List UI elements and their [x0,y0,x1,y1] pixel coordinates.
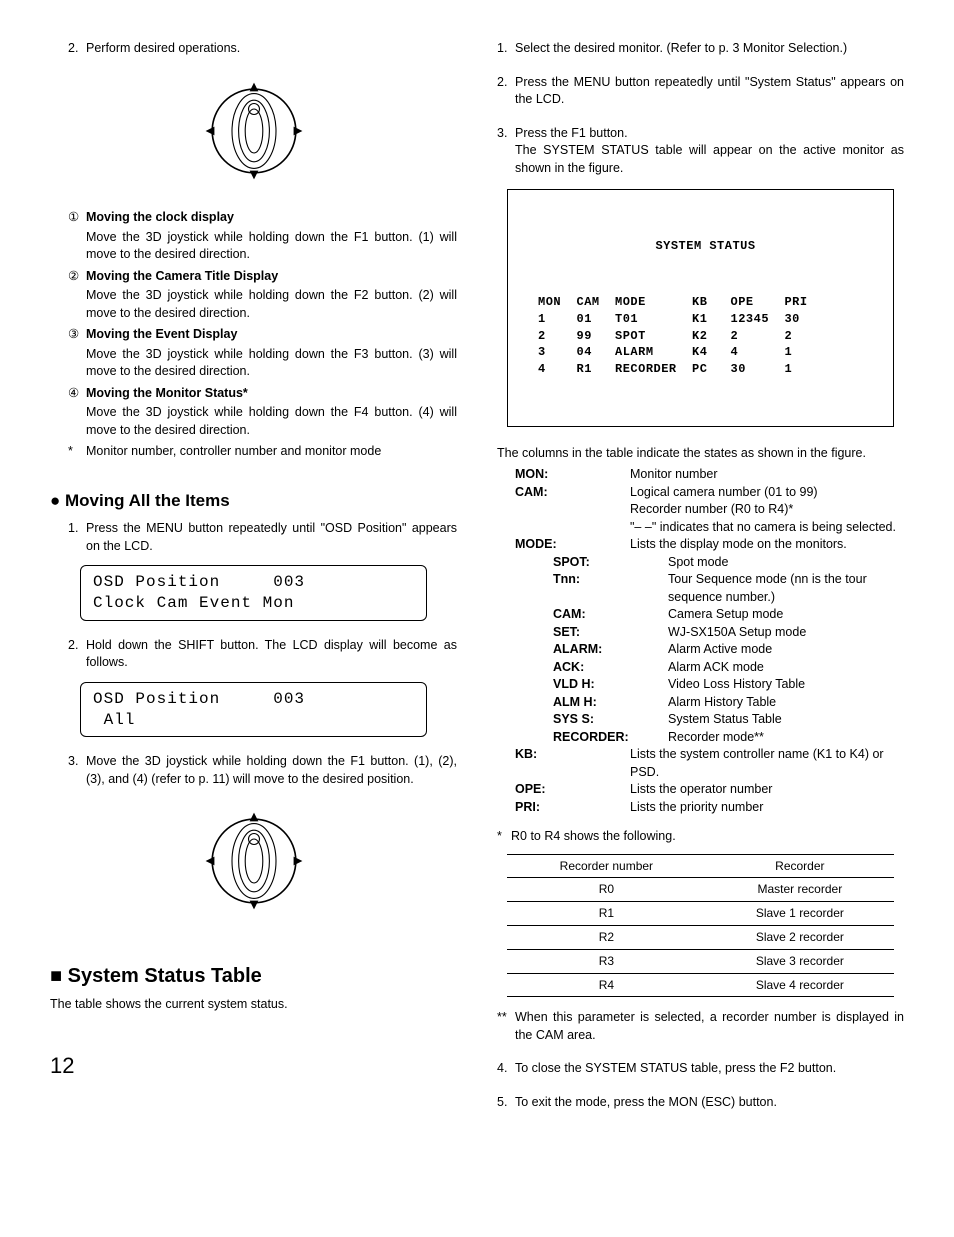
footnote-star-2: ** When this parameter is selected, a re… [497,1009,904,1044]
joystick-icon [199,76,309,186]
recorder-table: Recorder numberRecorder R0Master recorde… [507,854,894,998]
system-status-rows: MON CAM MODE KB OPE PRI 1 01 T01 K1 1234… [538,294,873,378]
circled-3: ③ Moving the Event Display [68,326,457,344]
circled-1-body: Move the 3D joystick while holding down … [68,229,457,264]
footnote-star: * Monitor number, controller number and … [68,443,457,461]
step-number: 2. [68,40,86,58]
heading-moving-all: Moving All the Items [50,489,457,513]
moving-all-step-1: 1. Press the MENU button repeatedly unti… [50,520,457,555]
right-step-5: 5. To exit the mode, press the MON (ESC)… [497,1094,904,1112]
right-column: 1. Select the desired monitor. (Refer to… [497,40,904,1117]
left-column: 2. Perform desired operations. ① Moving … [50,40,457,1117]
joystick-figure-2 [50,806,457,922]
right-step-4: 4. To close the SYSTEM STATUS table, pre… [497,1060,904,1078]
lcd-display-2: OSD Position 003 All [80,682,427,738]
system-status-table-box: SYSTEM STATUS MON CAM MODE KB OPE PRI 1 … [507,189,894,427]
moving-all-step-3: 3. Move the 3D joystick while holding do… [50,753,457,788]
lcd-display-1: OSD Position 003 Clock Cam Event Mon [80,565,427,621]
joystick-figure [50,76,457,192]
right-step-2: 2. Press the MENU button repeatedly unti… [497,74,904,109]
step-2: 2. Perform desired operations. [50,40,457,58]
page-number: 12 [50,1051,457,1082]
circled-2: ② Moving the Camera Title Display [68,268,457,286]
circled-2-body: Move the 3D joystick while holding down … [68,287,457,322]
right-step-3: 3. Press the F1 button. The SYSTEM STATU… [497,125,904,178]
moving-all-step-2: 2. Hold down the SHIFT button. The LCD d… [50,637,457,672]
circled-4-body: Move the 3D joystick while holding down … [68,404,457,439]
joystick-icon [199,806,309,916]
step-text: Perform desired operations. [86,40,457,58]
heading-system-status: System Status Table [50,962,457,990]
right-step-1: 1. Select the desired monitor. (Refer to… [497,40,904,58]
columns-intro: The columns in the table indicate the st… [497,445,904,463]
circled-1: ① Moving the clock display [68,209,457,227]
circled-4: ④ Moving the Monitor Status* [68,385,457,403]
system-status-intro: The table shows the current system statu… [50,996,457,1014]
footnote-star-1: * R0 to R4 shows the following. [497,828,904,846]
circled-3-body: Move the 3D joystick while holding down … [68,346,457,381]
